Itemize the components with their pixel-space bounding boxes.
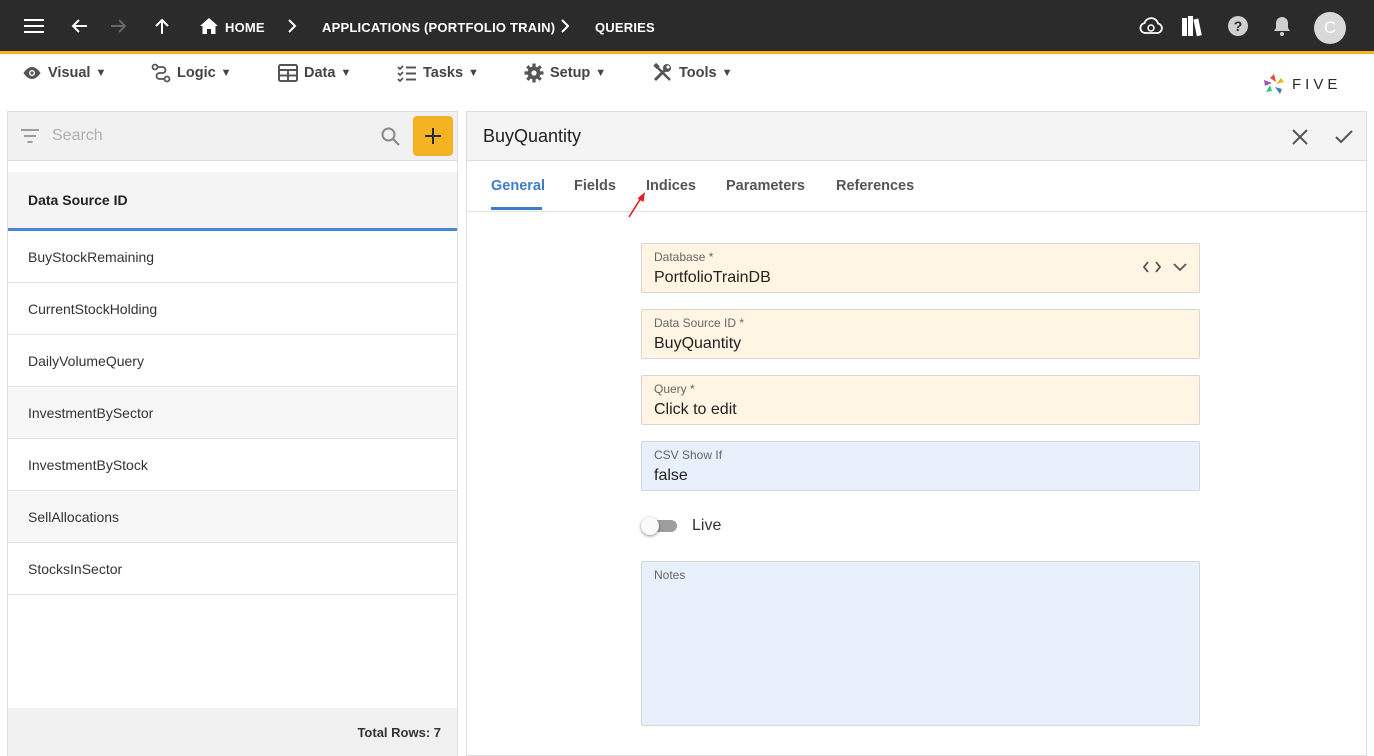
notes-label: Notes <box>654 568 686 582</box>
menu-visual-label: Visual <box>48 65 91 81</box>
menu-setup-label: Setup <box>550 65 591 81</box>
user-avatar[interactable]: C <box>1314 12 1346 44</box>
tasks-icon <box>397 65 416 82</box>
tab-indices[interactable]: Indices <box>646 178 696 194</box>
caret-down-icon: ▼ <box>95 67 107 79</box>
annotation-arrow-icon <box>628 192 645 218</box>
menu-data-label: Data <box>304 65 336 81</box>
eye-icon <box>23 67 41 79</box>
search-input[interactable] <box>52 124 372 148</box>
forward-arrow-icon <box>106 13 132 39</box>
save-button[interactable] <box>1332 125 1356 149</box>
data-source-id-label: Data Source ID * <box>654 316 745 330</box>
svg-text:?: ? <box>1234 18 1243 34</box>
caret-down-icon: ▼ <box>595 67 607 79</box>
list-item[interactable]: BuyStockRemaining <box>8 231 457 283</box>
total-rows: Total Rows: 7 <box>8 708 457 756</box>
live-toggle-knob <box>641 517 659 535</box>
tab-fields[interactable]: Fields <box>574 178 616 194</box>
breadcrumb-home[interactable]: HOME <box>225 20 265 35</box>
query-field[interactable]: Query * Click to edit <box>641 375 1200 425</box>
query-value: Click to edit <box>654 401 737 418</box>
database-field[interactable]: Database * PortfolioTrainDB <box>641 243 1200 293</box>
live-label: Live <box>692 517 722 534</box>
caret-down-icon: ▼ <box>220 67 232 79</box>
csv-show-if-field[interactable]: CSV Show If false <box>641 441 1200 491</box>
check-icon <box>1335 130 1353 144</box>
menu-bar: Visual ▼ Logic ▼ Data ▼ Tasks ▼ Setup ▼ … <box>0 54 1374 110</box>
caret-down-icon: ▼ <box>721 67 733 79</box>
library-books-icon[interactable] <box>1180 13 1206 39</box>
search-icon[interactable] <box>381 127 400 146</box>
list-item[interactable]: SellAllocations <box>8 491 457 543</box>
data-source-id-field[interactable]: Data Source ID * BuyQuantity <box>641 309 1200 359</box>
form-tabs: General Fields Indices Parameters Refere… <box>467 161 1366 212</box>
five-logo-text: FIVE <box>1292 75 1342 93</box>
cancel-button[interactable] <box>1288 125 1312 149</box>
data-source-id-value: BuyQuantity <box>654 335 742 352</box>
csv-show-if-value: false <box>654 467 688 484</box>
list-item[interactable]: DailyVolumeQuery <box>8 335 457 387</box>
add-button[interactable] <box>413 116 453 156</box>
csv-show-if-label: CSV Show If <box>654 448 723 462</box>
menu-logic-label: Logic <box>177 65 216 81</box>
breadcrumb-current: QUERIES <box>595 20 655 35</box>
list-item[interactable]: InvestmentByStock <box>8 439 457 491</box>
list-item[interactable]: InvestmentBySector <box>8 387 457 439</box>
gear-icon <box>524 63 544 83</box>
close-icon <box>1292 129 1308 145</box>
menu-tasks-label: Tasks <box>423 65 464 81</box>
five-logo-icon <box>1264 74 1284 94</box>
five-logo: FIVE <box>1262 72 1341 96</box>
tab-general[interactable]: General <box>491 178 545 194</box>
chevron-right-icon <box>279 13 305 39</box>
cloud-sync-icon[interactable] <box>1138 13 1164 39</box>
filter-icon[interactable] <box>21 129 39 143</box>
menu-setup[interactable]: Setup ▼ <box>524 62 606 84</box>
caret-down-icon: ▼ <box>468 67 479 79</box>
database-value: PortfolioTrainDB <box>654 269 771 286</box>
up-arrow-icon[interactable] <box>149 13 175 39</box>
list-item[interactable]: StocksInSector <box>8 543 457 595</box>
menu-tools-label: Tools <box>679 65 717 81</box>
home-icon[interactable] <box>196 13 222 39</box>
code-icon[interactable] <box>1143 261 1161 273</box>
menu-tasks[interactable]: Tasks ▼ <box>397 62 479 84</box>
data-source-list: BuyStockRemaining CurrentStockHolding Da… <box>8 231 457 595</box>
database-label: Database * <box>654 250 714 264</box>
plus-icon <box>425 128 441 144</box>
live-toggle[interactable] <box>641 517 677 535</box>
breadcrumb-application[interactable]: APPLICATIONS (PORTFOLIO TRAIN) <box>322 20 555 35</box>
list-item[interactable]: CurrentStockHolding <box>8 283 457 335</box>
column-header-data-source-id[interactable]: Data Source ID <box>8 172 457 231</box>
active-tab-indicator <box>491 207 542 210</box>
search-bar <box>8 112 457 161</box>
menu-tools[interactable]: Tools ▼ <box>653 62 732 84</box>
form-header: BuyQuantity <box>467 112 1366 161</box>
notes-field[interactable]: Notes <box>641 561 1200 726</box>
tab-references[interactable]: References <box>836 178 914 194</box>
chevron-right-icon <box>552 13 578 39</box>
back-arrow-icon[interactable] <box>66 13 92 39</box>
data-source-list-panel: Data Source ID BuyStockRemaining Current… <box>7 111 458 756</box>
table-icon <box>278 64 298 82</box>
menu-logic[interactable]: Logic ▼ <box>151 62 232 84</box>
menu-data[interactable]: Data ▼ <box>278 62 351 84</box>
tab-parameters[interactable]: Parameters <box>726 178 805 194</box>
caret-down-icon: ▼ <box>340 67 352 79</box>
form-title: BuyQuantity <box>483 126 582 146</box>
tools-icon <box>653 63 671 82</box>
logic-icon <box>151 63 171 83</box>
hamburger-menu-icon[interactable] <box>21 13 47 39</box>
top-bar: HOME APPLICATIONS (PORTFOLIO TRAIN) QUER… <box>0 0 1374 54</box>
chevron-down-icon[interactable] <box>1173 261 1187 273</box>
menu-visual[interactable]: Visual ▼ <box>22 62 106 84</box>
notification-bell-icon[interactable] <box>1269 13 1295 39</box>
help-icon[interactable]: ? <box>1225 13 1251 39</box>
query-label: Query * <box>654 382 695 396</box>
